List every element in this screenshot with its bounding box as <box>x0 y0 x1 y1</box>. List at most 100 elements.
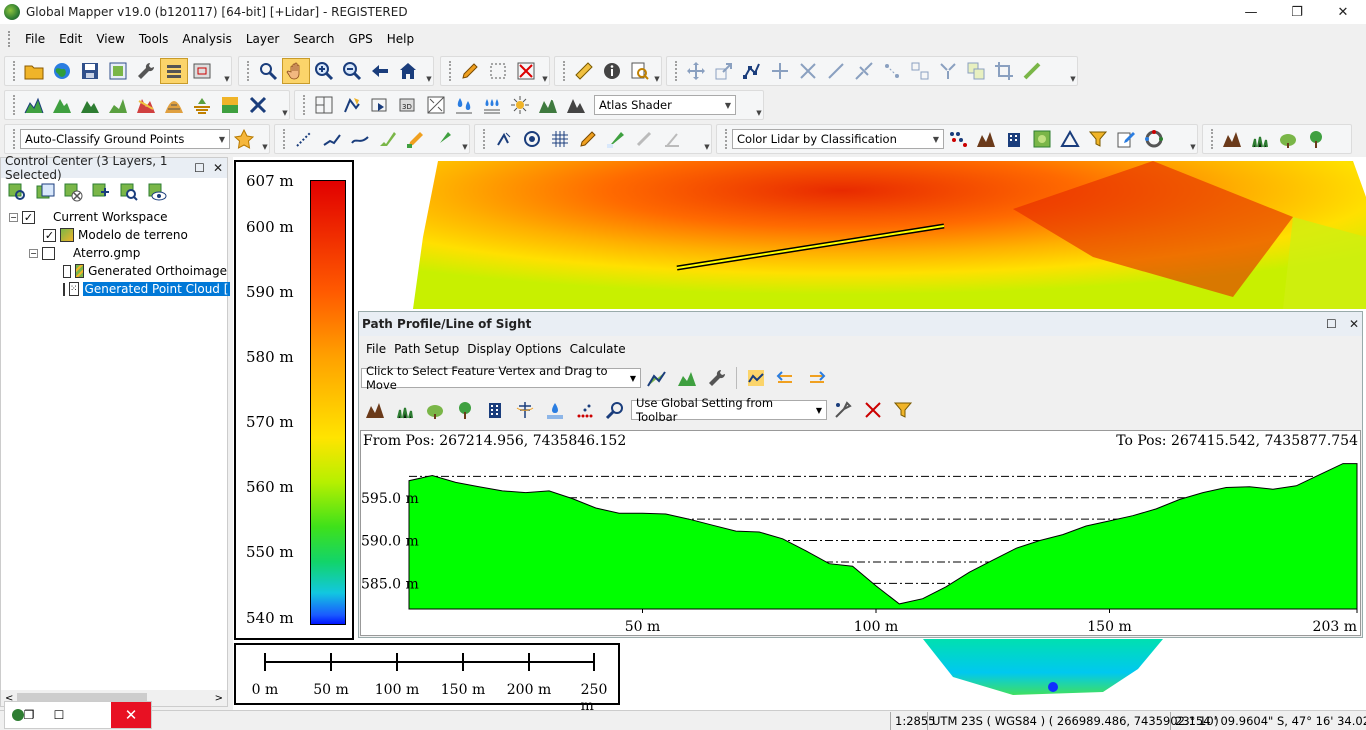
pp-filter-icon[interactable] <box>889 397 917 423</box>
toolbar-options-chevron[interactable]: ▼ <box>755 109 763 117</box>
3d-view-icon[interactable]: 3D <box>394 92 422 118</box>
close-icon[interactable]: ✕ <box>1349 317 1359 331</box>
toolbar-options-chevron[interactable]: ▼ <box>461 143 469 151</box>
menu-edit[interactable]: Edit <box>52 32 89 46</box>
back-arrow-icon[interactable] <box>366 58 394 84</box>
flood-icon[interactable] <box>188 92 216 118</box>
building-points-icon[interactable] <box>1000 126 1028 152</box>
water-drops-icon[interactable] <box>478 92 506 118</box>
close-layer-icon[interactable] <box>61 181 85 203</box>
slope-icon[interactable] <box>422 92 450 118</box>
menu-view[interactable]: View <box>89 32 131 46</box>
layers-icon[interactable] <box>160 58 188 84</box>
copy-feature-icon[interactable] <box>962 58 990 84</box>
maximize-icon[interactable]: ☐ <box>41 702 77 728</box>
pp-tree-icon[interactable] <box>451 397 479 423</box>
overview-icon[interactable] <box>188 58 216 84</box>
hillshade-icon[interactable] <box>338 92 366 118</box>
maximize-icon[interactable]: ☐ <box>1326 317 1337 331</box>
toolbar-options-chevron[interactable]: ▼ <box>425 75 433 83</box>
layer-tree-item[interactable]: − ✓ Current Workspace <box>1 208 227 226</box>
save-icon[interactable] <box>76 58 104 84</box>
collapse-icon[interactable]: − <box>9 212 18 222</box>
restore-button[interactable]: ❐ <box>1274 0 1320 24</box>
zoom-out-icon[interactable] <box>338 58 366 84</box>
crop-icon[interactable] <box>990 58 1018 84</box>
grip-handle[interactable] <box>675 61 678 81</box>
edit-vertices-icon[interactable] <box>738 58 766 84</box>
pp-medium-vegetation-icon[interactable] <box>421 397 449 423</box>
menu-layer[interactable]: Layer <box>239 32 286 46</box>
profile-graph[interactable]: From Pos: 267214.956, 7435846.152 To Pos… <box>360 430 1361 636</box>
filter-icon[interactable] <box>1084 126 1112 152</box>
3d-view-window-icon[interactable] <box>366 92 394 118</box>
lidar-erase-icon[interactable] <box>630 126 658 152</box>
layer-tree-item[interactable]: ⁙ Generated Point Cloud [ <box>1 280 231 298</box>
menu-search[interactable]: Search <box>286 32 341 46</box>
toolbar-options-chevron[interactable]: ▼ <box>653 75 661 83</box>
split-view-icon[interactable] <box>310 92 338 118</box>
grip-handle[interactable] <box>449 61 452 81</box>
move-vertex-icon[interactable] <box>766 58 794 84</box>
profile-setting-select[interactable]: Use Global Setting from Toolbar ▼ <box>631 396 827 424</box>
toolbar-options-chevron[interactable]: ▼ <box>541 75 549 83</box>
grid-icon[interactable] <box>546 126 574 152</box>
zoom-to-layer-icon[interactable] <box>89 181 113 203</box>
profile-points-icon[interactable] <box>643 365 671 391</box>
layer-options-icon[interactable] <box>33 181 57 203</box>
layer-tree-item[interactable]: Generated Orthoimage <box>1 262 227 280</box>
export-icon[interactable] <box>104 58 132 84</box>
low-vegetation-icon[interactable] <box>1246 126 1274 152</box>
layer-checkbox[interactable] <box>63 282 65 296</box>
close-icon[interactable]: ✕ <box>111 702 151 728</box>
pp-search-icon[interactable] <box>601 397 629 423</box>
zoom-in-icon[interactable] <box>310 58 338 84</box>
toolbar-options-chevron[interactable]: ▼ <box>1189 143 1197 151</box>
toolbar-options-chevron[interactable]: ▼ <box>1069 75 1077 83</box>
shaded-relief-icon[interactable] <box>562 92 590 118</box>
globe-icon[interactable] <box>48 58 76 84</box>
scroll-right-arrow[interactable]: > <box>215 693 223 704</box>
collapse-icon[interactable]: − <box>29 248 38 258</box>
feature-search-icon[interactable] <box>626 58 654 84</box>
join-icon[interactable] <box>878 58 906 84</box>
metadata-icon[interactable] <box>5 181 29 203</box>
menu-analysis[interactable]: Analysis <box>175 32 238 46</box>
wrench-icon[interactable] <box>132 58 160 84</box>
lidar-pen-icon[interactable] <box>574 126 602 152</box>
water-level-icon[interactable] <box>450 92 478 118</box>
triangle-icon[interactable] <box>1056 126 1084 152</box>
close-button[interactable]: ✕ <box>1320 0 1366 24</box>
scale-icon[interactable] <box>710 58 738 84</box>
toolbar-options-chevron[interactable]: ▼ <box>703 143 711 151</box>
grip-handle[interactable] <box>303 95 306 115</box>
profile-terrain-icon[interactable] <box>673 365 701 391</box>
lidar-highlight-icon[interactable] <box>602 126 630 152</box>
watershed-icon[interactable] <box>132 92 160 118</box>
profile-reverse-icon[interactable] <box>772 365 800 391</box>
grip-handle[interactable] <box>483 129 486 149</box>
pp-clear-icon[interactable] <box>859 397 887 423</box>
layer-tree-item[interactable]: − Aterro.gmp <box>1 244 227 262</box>
layer-checkbox[interactable]: ✓ <box>22 210 35 224</box>
lidar-draw-icon[interactable] <box>374 126 402 152</box>
maximize-icon[interactable]: ☐ <box>194 161 205 175</box>
layer-checkbox[interactable] <box>63 264 72 278</box>
profile-wrench-icon[interactable] <box>703 365 731 391</box>
home-icon[interactable] <box>394 58 422 84</box>
pp-water-icon[interactable] <box>541 397 569 423</box>
classify-select[interactable]: Auto-Classify Ground Points ▼ <box>20 129 230 149</box>
zoom-box-icon[interactable] <box>254 58 282 84</box>
shader-select[interactable]: Atlas Shader ▼ <box>594 95 736 115</box>
menu-tools[interactable]: Tools <box>132 32 176 46</box>
layer-tree-item[interactable]: ✓ Modelo de terreno <box>1 226 227 244</box>
measure-tape-icon[interactable] <box>1018 58 1046 84</box>
menu-file[interactable]: File <box>18 32 52 46</box>
grip-handle[interactable] <box>13 61 16 81</box>
grip-handle[interactable] <box>8 31 12 47</box>
pp-tools-icon[interactable] <box>829 397 857 423</box>
grip-handle[interactable] <box>13 95 16 115</box>
lidar-brush-icon[interactable] <box>430 126 458 152</box>
menu-gps[interactable]: GPS <box>342 32 380 46</box>
disable-tool-icon[interactable] <box>244 92 272 118</box>
